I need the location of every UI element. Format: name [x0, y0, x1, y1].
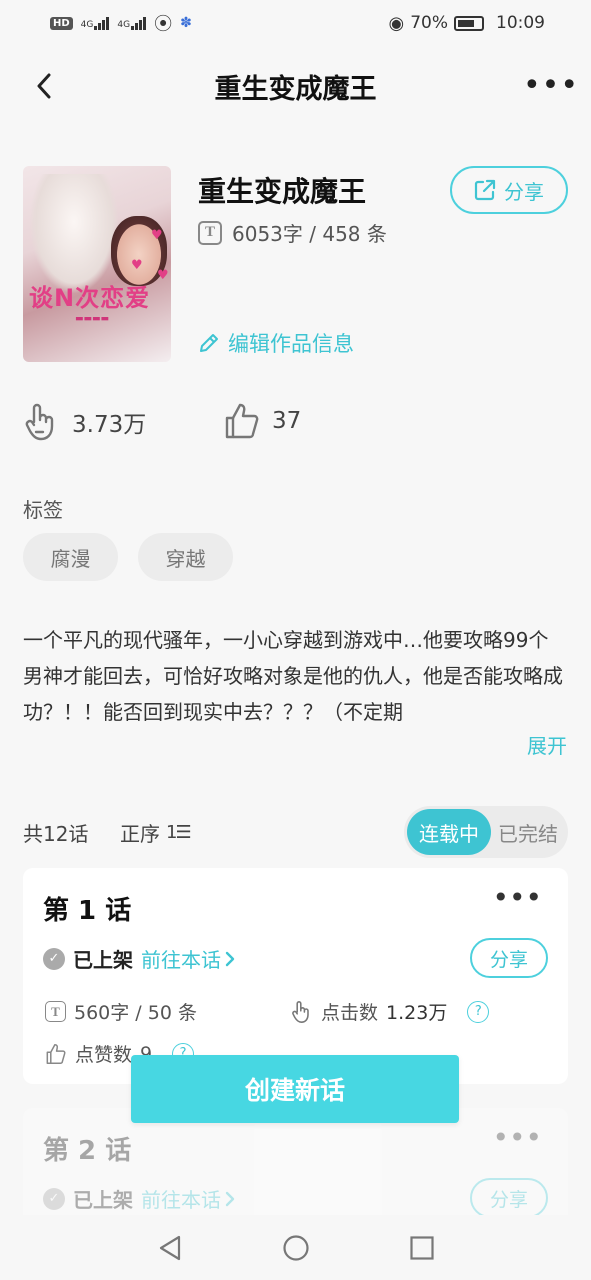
- goto-episode-link[interactable]: 前往本话: [141, 1184, 235, 1213]
- episode-status: ✓ 已上架 前往本话: [43, 1184, 235, 1213]
- tab-ongoing[interactable]: 连载中: [407, 809, 491, 855]
- episode-status-label: 已上架: [73, 1188, 133, 1212]
- expand-link[interactable]: 展开: [527, 730, 567, 759]
- episode-clicks: 点击数 1.23万 ?: [291, 998, 490, 1025]
- episode-more-button[interactable]: •••: [492, 1124, 542, 1152]
- text-icon: T: [198, 220, 222, 245]
- episode-share-button[interactable]: 分享: [470, 1178, 548, 1218]
- episode-title: 第 2 话: [43, 1136, 132, 1166]
- tag-chip[interactable]: 穿越: [138, 533, 233, 581]
- hd-badge: HD: [50, 16, 73, 30]
- episode-status: ✓ 已上架 前往本话: [43, 944, 235, 973]
- back-button[interactable]: [26, 68, 62, 104]
- page-title: 重生变成魔王: [214, 73, 377, 105]
- check-icon: ✓: [43, 1187, 65, 1210]
- check-icon: ✓: [43, 947, 65, 970]
- like-count: 37: [272, 408, 302, 434]
- sort-list-icon: 1☰: [166, 822, 192, 843]
- episode-word-count: T 560字 / 50 条: [45, 998, 197, 1025]
- episode-clicks-label: 点击数: [321, 1002, 379, 1024]
- status-segmented-control: 连载中 已完结: [404, 806, 568, 858]
- episode-clicks-value: 1.23万: [386, 1002, 448, 1024]
- thumbs-up-icon: [225, 403, 259, 439]
- status-bar: HD 4G 4G ⦿ ✽ ◉ 70% 10:09: [0, 0, 591, 46]
- help-icon[interactable]: ?: [467, 1000, 490, 1023]
- cover-logo: 谈N次恋爱: [29, 284, 151, 312]
- system-home-button[interactable]: [276, 1228, 316, 1268]
- episode-more-button[interactable]: •••: [492, 884, 542, 912]
- system-recents-button[interactable]: [402, 1228, 442, 1268]
- network-type-2: 4G: [117, 19, 131, 30]
- tab-completed[interactable]: 已完结: [491, 809, 565, 855]
- sort-order-label: 正序: [120, 822, 160, 846]
- edit-info-label: 编辑作品信息: [228, 332, 354, 356]
- system-back-button[interactable]: [150, 1228, 190, 1268]
- triangle-back-icon: [159, 1235, 180, 1260]
- signal-icon: 4G: [80, 16, 110, 30]
- click-stat: 3.73万: [24, 402, 146, 442]
- chevron-right-icon: [225, 1191, 235, 1206]
- more-dots-icon: •••: [492, 881, 542, 914]
- nav-bar: 重生变成魔王 •••: [0, 56, 591, 116]
- status-left: HD 4G 4G ⦿ ✽: [50, 10, 192, 36]
- share-button[interactable]: 分享: [450, 166, 568, 214]
- circle-home-icon: [282, 1234, 309, 1261]
- battery-percent: 70%: [410, 13, 448, 33]
- hotspot-icon: ⦿: [154, 14, 173, 35]
- thumbs-up-icon: [46, 1043, 66, 1064]
- edit-info-link[interactable]: 编辑作品信息: [198, 328, 354, 358]
- more-dots-icon: •••: [492, 1121, 542, 1154]
- eye-icon: ◉: [388, 12, 405, 34]
- like-stat: 37: [224, 402, 301, 440]
- episode-card[interactable]: 第 2 话 ••• ✓ 已上架 前往本话 分享: [23, 1108, 568, 1228]
- network-type-1: 4G: [80, 19, 94, 30]
- episode-share-button[interactable]: 分享: [470, 938, 548, 978]
- chevron-left-icon: [37, 73, 51, 99]
- sort-order-toggle[interactable]: 正序 1☰: [120, 818, 192, 847]
- word-count-value: 6053字 / 458 条: [232, 222, 387, 246]
- episode-card[interactable]: 第 1 话 ••• ✓ 已上架 前往本话 分享 T 560字 / 50 条 点击…: [23, 868, 568, 1084]
- cover-subtitle: ▬▬▬▬: [75, 314, 110, 324]
- tap-hand-icon: [292, 1000, 309, 1023]
- word-count: T 6053字 / 458 条: [198, 218, 387, 247]
- battery-icon: [454, 15, 484, 31]
- chevron-right-icon: [225, 951, 235, 966]
- heart-icon: ♥: [157, 268, 169, 283]
- book-summary: 一个平凡的现代骚年，一小心穿越到游戏中…他要攻略99个男神才能回去，可恰好攻略对…: [23, 628, 563, 724]
- share-icon: [474, 179, 496, 201]
- episode-status-label: 已上架: [73, 948, 133, 972]
- status-right: ◉ 70% 10:09: [388, 13, 545, 34]
- tags-label: 标签: [23, 498, 63, 522]
- episode-likes-label: 点赞数: [75, 1044, 133, 1066]
- square-recents-icon: [409, 1235, 434, 1260]
- heart-icon: ♥: [151, 228, 163, 243]
- book-title: 重生变成魔王: [198, 175, 367, 208]
- clock: 10:09: [496, 13, 545, 33]
- tap-hand-icon: [25, 403, 54, 441]
- cover-figure: [29, 174, 119, 294]
- create-episode-button[interactable]: 创建新话: [131, 1055, 459, 1123]
- text-icon: T: [45, 1001, 66, 1022]
- tag-chip[interactable]: 腐漫: [23, 533, 118, 581]
- more-dots-icon: •••: [522, 68, 580, 103]
- heart-icon: ♥: [131, 258, 143, 273]
- click-count: 3.73万: [72, 412, 147, 438]
- share-label: 分享: [504, 179, 544, 204]
- episode-count: 共12话: [23, 822, 89, 846]
- goto-episode-label: 前往本话: [141, 1188, 221, 1212]
- book-cover[interactable]: ♥ ♥ ♥ 谈N次恋爱 ▬▬▬▬: [23, 166, 171, 362]
- signal-icon: 4G: [117, 16, 147, 30]
- system-nav-bar: [0, 1215, 591, 1280]
- app-notification-icon: ✽: [180, 15, 192, 31]
- more-button[interactable]: •••: [523, 68, 578, 104]
- edit-pencil-icon: [200, 334, 218, 352]
- episode-title: 第 1 话: [43, 896, 132, 926]
- goto-episode-label: 前往本话: [141, 948, 221, 972]
- episode-word-count-value: 560字 / 50 条: [74, 1002, 197, 1024]
- goto-episode-link[interactable]: 前往本话: [141, 944, 235, 973]
